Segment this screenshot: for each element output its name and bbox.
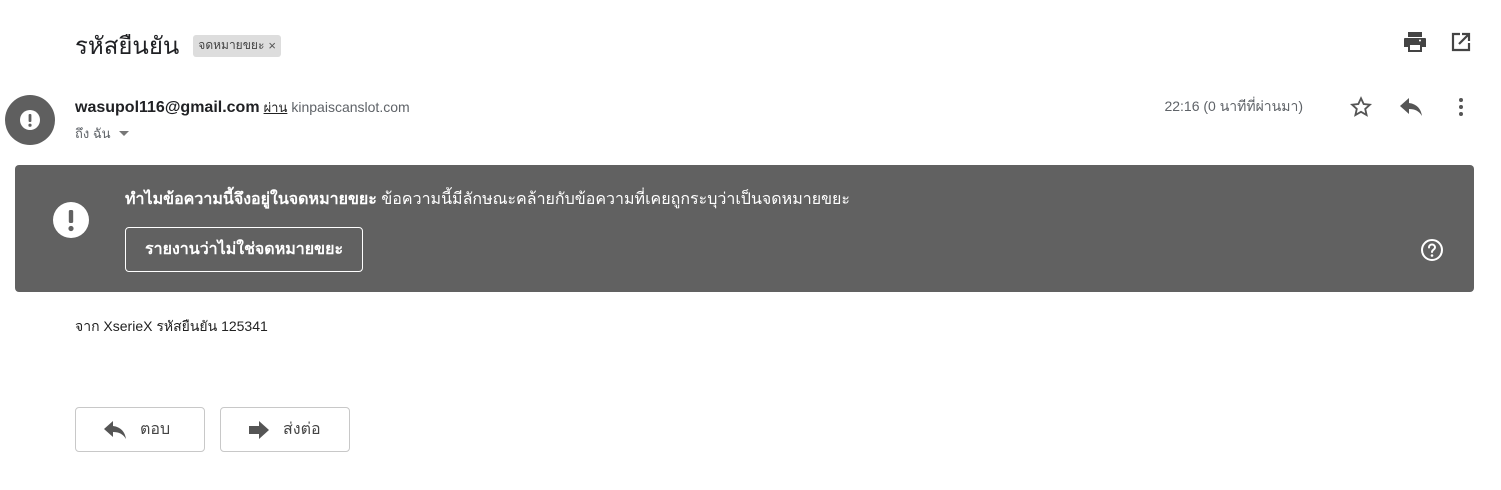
spam-label-chip[interactable]: จดหมายขยะ × — [193, 34, 281, 57]
sender-line: wasupol116@gmail.com ผ่าน kinpaiscanslot… — [75, 97, 410, 118]
top-actions — [1403, 30, 1473, 54]
timestamp: 22:16 (0 นาทีที่ผ่านมา) — [1164, 98, 1303, 114]
forward-icon — [249, 420, 269, 439]
email-subject: รหัสยืนยัน — [75, 32, 180, 60]
help-icon[interactable] — [1420, 238, 1444, 262]
report-not-spam-button[interactable]: รายงานว่าไม่ใช่จดหมายขยะ — [125, 227, 364, 272]
sender-email[interactable]: wasupol116@gmail.com — [75, 99, 260, 117]
to-text: ถึง ฉัน — [75, 126, 111, 141]
open-in-new-icon[interactable] — [1449, 30, 1473, 54]
warning-icon — [53, 202, 89, 238]
banner-message: ทำไมข้อความนี้จึงอยู่ในจดหมายขยะ ข้อความ… — [125, 187, 850, 212]
message-meta: 22:16 (0 นาทีที่ผ่านมา) — [1164, 95, 1473, 119]
warning-icon — [20, 110, 40, 130]
more-vert-icon[interactable] — [1449, 95, 1473, 119]
banner-description: ข้อความนี้มีลักษณะคล้ายกับข้อความที่เคยถ… — [381, 191, 850, 208]
message-actions: ตอบ ส่งต่อ — [75, 407, 350, 452]
forward-button[interactable]: ส่งต่อ — [220, 407, 350, 452]
reply-label: ตอบ — [140, 421, 171, 438]
chevron-down-icon — [118, 131, 129, 136]
forward-label: ส่งต่อ — [283, 421, 321, 438]
via-domain: kinpaiscanslot.com — [291, 99, 410, 115]
star-icon[interactable] — [1349, 95, 1373, 119]
print-icon[interactable] — [1403, 30, 1427, 54]
reply-icon — [104, 420, 126, 439]
remove-label-icon[interactable]: × — [268, 38, 276, 53]
spam-warning-banner: ทำไมข้อความนี้จึงอยู่ในจดหมายขยะ ข้อความ… — [15, 165, 1474, 292]
banner-title: ทำไมข้อความนี้จึงอยู่ในจดหมายขยะ — [125, 191, 377, 208]
reply-button[interactable]: ตอบ — [75, 407, 205, 452]
via-link[interactable]: ผ่าน — [264, 97, 288, 118]
sender-avatar — [5, 95, 55, 145]
email-body: จาก XserieX รหัสยืนยัน 125341 — [75, 318, 268, 334]
reply-icon[interactable] — [1399, 95, 1423, 119]
subject-row: รหัสยืนยัน จดหมายขยะ × — [75, 26, 281, 65]
recipient-details-toggle[interactable]: ถึง ฉัน — [75, 123, 129, 144]
label-text: จดหมายขยะ — [198, 38, 265, 52]
